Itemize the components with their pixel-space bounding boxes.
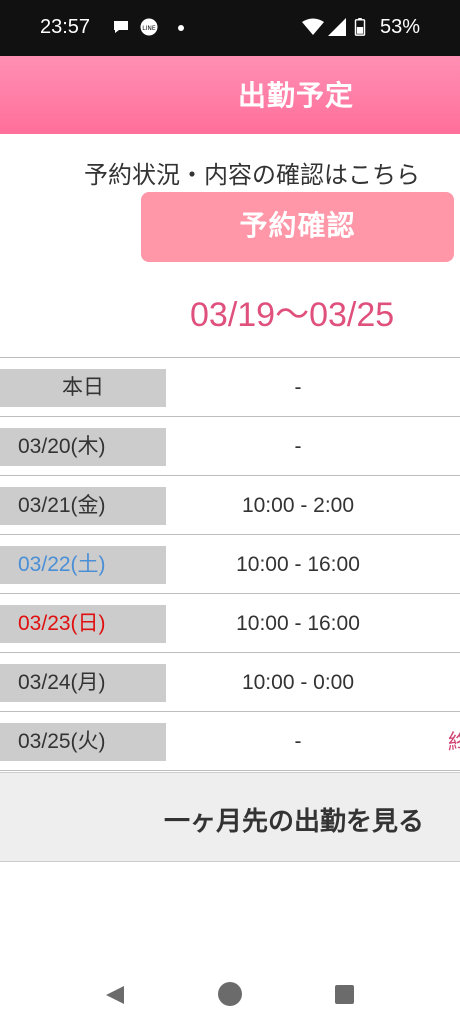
dot-icon xyxy=(178,25,184,31)
schedule-row-today: 本日 - xyxy=(0,357,460,416)
schedule-time: - xyxy=(294,435,302,458)
back-icon[interactable] xyxy=(104,984,126,1006)
schedule-date: 03/24(月) xyxy=(0,664,166,702)
schedule-date: 03/23(日) xyxy=(0,605,166,643)
schedule-row: 03/23(日) 10:00 - 16:00 xyxy=(0,593,460,652)
page-title: 出勤予定 xyxy=(238,79,355,112)
page-header: 出勤予定 xyxy=(0,56,460,134)
signal-icon xyxy=(328,18,346,36)
recents-icon[interactable] xyxy=(335,985,354,1004)
next-month-schedule-label: 一ヶ月先の出勤を見る xyxy=(164,807,425,837)
schedule-row: 03/22(土) 10:00 - 16:00 xyxy=(0,534,460,593)
schedule-date: 03/20(木) xyxy=(0,428,166,466)
wifi-icon xyxy=(302,18,324,35)
date-range: 03/19～03/25 xyxy=(190,296,395,334)
schedule-list: 本日 - 03/20(木) - 03/21(金) 10:00 - 2:00 03… xyxy=(0,357,460,771)
svg-text:LINE: LINE xyxy=(142,25,156,32)
schedule-row: 03/25(火) - 終 xyxy=(0,711,460,771)
schedule-row: 03/20(木) - xyxy=(0,416,460,475)
reservation-check-button[interactable]: 予約確認 xyxy=(141,192,454,262)
schedule-time: 10:00 - 2:00 xyxy=(241,494,355,517)
schedule-row: 03/24(月) 10:00 - 0:00 xyxy=(0,652,460,711)
status-bar: 23:57 LINE 53% xyxy=(0,0,460,56)
schedule-time: 10:00 - 16:00 xyxy=(236,553,360,576)
chat-bubble-icon xyxy=(114,21,128,33)
schedule-status: 終 xyxy=(448,730,460,754)
schedule-time: - xyxy=(294,376,302,399)
line-app-icon: LINE xyxy=(140,18,158,36)
status-time: 23:57 xyxy=(40,16,91,38)
schedule-date: 03/25(火) xyxy=(0,723,166,761)
schedule-date: 03/22(土) xyxy=(0,546,166,584)
schedule-date: 03/21(金) xyxy=(0,487,166,525)
schedule-row: 03/21(金) 10:00 - 2:00 xyxy=(0,475,460,534)
next-month-schedule-button[interactable]: 一ヶ月先の出勤を見る xyxy=(0,772,460,862)
schedule-time: 10:00 - 16:00 xyxy=(236,612,360,635)
schedule-time: - xyxy=(294,730,302,753)
battery-percent: 53% xyxy=(379,16,420,38)
home-icon[interactable] xyxy=(218,982,242,1006)
battery-icon xyxy=(354,18,366,36)
reservation-notice: 予約状況・内容の確認はこちら xyxy=(84,161,420,189)
schedule-time: 10:00 - 0:00 xyxy=(241,671,355,694)
system-nav-bar xyxy=(0,960,460,1024)
schedule-date: 本日 xyxy=(0,369,166,407)
